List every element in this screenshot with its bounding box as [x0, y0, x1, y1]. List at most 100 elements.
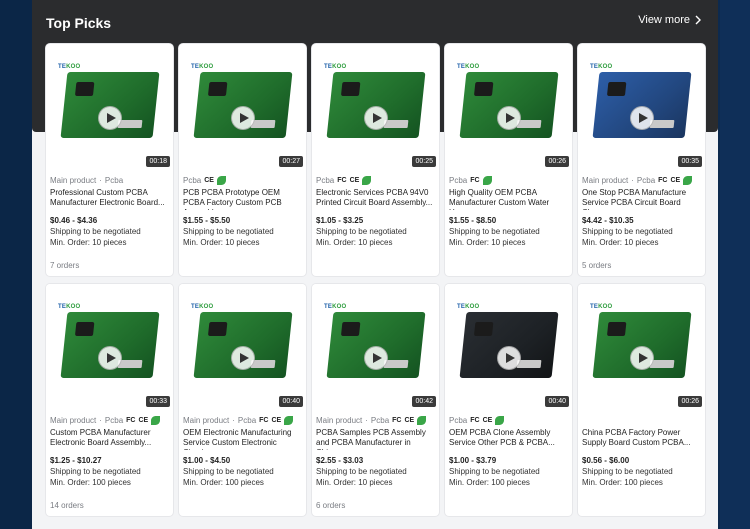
product-meta: Main product · Pcba FC CE — [50, 414, 169, 426]
product-card[interactable]: TEKOO 00:40 Pcba FC CE OEM PCBA Clone Assembl… — [445, 284, 572, 516]
certification-badge: FC — [658, 176, 668, 184]
product-name[interactable]: Custom PCBA Manufacturer Electronic Boar… — [50, 428, 169, 450]
product-price: $1.55 - $8.50 — [449, 216, 497, 225]
eco-leaf-icon — [683, 175, 693, 185]
product-card[interactable]: TEKOO 00:35 Main product · Pcba FC CE One Stop … — [578, 44, 705, 276]
logo-text-a: TE — [590, 304, 599, 310]
logo-text-a: TE — [58, 304, 67, 310]
play-icon[interactable] — [363, 346, 388, 370]
shipping-info: Shipping to be negotiated — [582, 467, 673, 476]
play-icon[interactable] — [629, 346, 654, 370]
eco-leaf-icon — [417, 415, 427, 425]
product-name[interactable]: High Quality OEM PCBA Manufacturer Custo… — [449, 188, 568, 210]
product-name[interactable]: Electronic Services PCBA 94V0 Printed Ci… — [316, 188, 435, 210]
product-card[interactable]: TEKOO 00:40 Main product · Pcba FC CE OEM Elect… — [179, 284, 306, 516]
eco-leaf-icon — [151, 415, 161, 425]
meta-separator: · — [365, 415, 368, 425]
product-card[interactable]: TEKOO 00:18 Main product · Pcba Professional … — [46, 44, 173, 276]
product-thumbnail[interactable]: TEKOO 00:35 — [578, 44, 705, 170]
min-order: Min. Order: 10 pieces — [316, 478, 393, 487]
logo-text-a: TE — [324, 64, 333, 70]
product-meta: Main product · Pcba FC CE — [183, 414, 302, 426]
play-icon[interactable] — [230, 346, 255, 370]
product-info: Main product · Pcba Professional Custom PCB… — [46, 170, 173, 248]
play-icon[interactable] — [629, 106, 654, 130]
product-name[interactable]: OEM PCBA Clone Assembly Service Other PC… — [449, 428, 568, 450]
meta-tag: Pcba — [449, 175, 468, 185]
product-name[interactable]: PCBA Samples PCB Assembly and PCBA Manuf… — [316, 428, 435, 450]
play-icon[interactable] — [97, 106, 122, 130]
product-thumbnail[interactable]: TEKOO 00:42 — [312, 284, 439, 410]
product-card[interactable]: TEKOO 00:42 Main product · Pcba FC CE PCBA Samp… — [312, 284, 439, 516]
min-order: Min. Order: 100 pieces — [183, 478, 264, 487]
order-count: 7 orders — [50, 261, 80, 270]
product-price: $0.46 - $4.36 — [50, 216, 98, 225]
brand-logo: TEKOO — [590, 304, 612, 310]
meta-tag: Main product — [183, 415, 230, 425]
eco-leaf-icon — [362, 175, 372, 185]
product-info: Main product · Pcba FC CE OEM Electronic Manu… — [179, 410, 306, 487]
logo-text-a: TE — [324, 304, 333, 310]
min-order: Min. Order: 10 pieces — [183, 238, 260, 247]
product-card[interactable]: TEKOO 00:33 Main product · Pcba FC CE Custom PC… — [46, 284, 173, 516]
product-thumbnail[interactable]: TEKOO 00:27 — [179, 44, 306, 170]
certification-badge: FC — [126, 416, 136, 424]
brand-logo: TEKOO — [191, 304, 213, 310]
play-icon[interactable] — [363, 106, 388, 130]
product-meta: Pcba FC CE — [316, 174, 435, 186]
video-duration: 00:40 — [545, 396, 569, 407]
meta-tag: Pcba — [449, 415, 468, 425]
logo-text-a: TE — [58, 64, 67, 70]
meta-separator: · — [99, 175, 102, 185]
product-card[interactable]: TEKOO 00:26 Pcba FC High Quality OEM PCBA Ma… — [445, 44, 572, 276]
product-info: Main product · Pcba FC CE PCBA Samples PCB As… — [312, 410, 439, 487]
play-icon[interactable] — [230, 106, 255, 130]
product-name[interactable]: OEM Electronic Manufacturing Service Cus… — [183, 428, 302, 450]
product-name[interactable]: PCB PCBA Prototype OEM PCBA Factory Cust… — [183, 188, 302, 210]
product-thumbnail[interactable]: TEKOO 00:33 — [46, 284, 173, 410]
brand-logo: TEKOO — [191, 64, 213, 70]
product-name[interactable]: China PCBA Factory Power Supply Board Cu… — [582, 428, 701, 450]
play-icon[interactable] — [97, 346, 122, 370]
view-more-link[interactable]: View more — [638, 14, 702, 26]
shipping-info: Shipping to be negotiated — [449, 467, 540, 476]
order-count: 14 orders — [50, 501, 84, 510]
meta-tag: Main product — [50, 415, 97, 425]
product-thumbnail[interactable]: TEKOO 00:26 — [445, 44, 572, 170]
product-card[interactable]: TEKOO 00:27 Pcba CE PCB PCBA Prototype OEM P… — [179, 44, 306, 276]
logo-text-a: TE — [457, 304, 466, 310]
shipping-info: Shipping to be negotiated — [316, 467, 407, 476]
shipping-info: Shipping to be negotiated — [183, 467, 274, 476]
video-duration: 00:40 — [279, 396, 303, 407]
brand-logo: TEKOO — [324, 64, 346, 70]
min-order: Min. Order: 100 pieces — [449, 478, 530, 487]
logo-text-b: KOO — [465, 64, 480, 70]
product-thumbnail[interactable]: TEKOO 00:40 — [179, 284, 306, 410]
product-meta — [582, 414, 701, 426]
product-price: $2.55 - $3.03 — [316, 456, 364, 465]
product-info: Pcba FC CE Electronic Services PCBA 94V0 Pr… — [312, 170, 439, 247]
product-meta: Main product · Pcba FC CE — [316, 414, 435, 426]
view-more-label: View more — [638, 14, 690, 26]
product-thumbnail[interactable]: TEKOO 00:25 — [312, 44, 439, 170]
product-card[interactable]: TEKOO 00:25 Pcba FC CE Electronic Services PC… — [312, 44, 439, 276]
product-card[interactable]: TEKOO 00:26 China PCBA Factory Power Suppl… — [578, 284, 705, 516]
product-thumbnail[interactable]: TEKOO 00:26 — [578, 284, 705, 410]
product-name[interactable]: Professional Custom PCBA Manufacturer El… — [50, 188, 169, 210]
product-thumbnail[interactable]: TEKOO 00:18 — [46, 44, 173, 170]
product-meta: Pcba CE — [183, 174, 302, 186]
certification-badge: FC — [392, 416, 402, 424]
logo-text-a: TE — [191, 304, 200, 310]
product-thumbnail[interactable]: TEKOO 00:40 — [445, 284, 572, 410]
certification-badge: FC — [470, 176, 480, 184]
play-icon[interactable] — [496, 106, 521, 130]
min-order: Min. Order: 10 pieces — [50, 238, 127, 247]
product-name[interactable]: One Stop PCBA Manufacture Service PCBA C… — [582, 188, 701, 210]
logo-text-a: TE — [457, 64, 466, 70]
product-meta: Main product · Pcba FC CE — [582, 174, 701, 186]
play-icon[interactable] — [496, 346, 521, 370]
page-background-left — [0, 0, 32, 529]
shipping-info: Shipping to be negotiated — [183, 227, 274, 236]
brand-logo: TEKOO — [457, 64, 479, 70]
certification-badge: CE — [670, 176, 681, 184]
